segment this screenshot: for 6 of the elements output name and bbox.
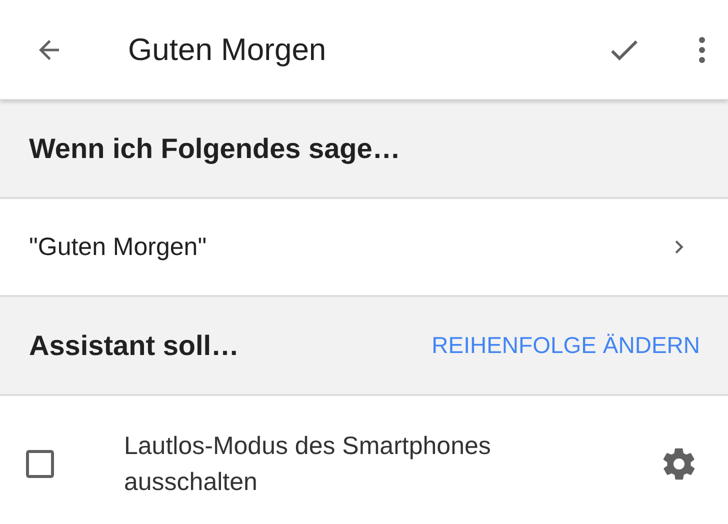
section-heading: Assistant soll… — [29, 330, 240, 362]
more-menu-icon[interactable] — [698, 34, 706, 64]
section-heading: Wenn ich Folgendes sage… — [29, 132, 400, 164]
screen-title: Guten Morgen — [128, 32, 328, 68]
checkbox[interactable] — [26, 450, 54, 478]
action-label: Lautlos-Modus des Smartphones ausschalten — [124, 431, 492, 498]
